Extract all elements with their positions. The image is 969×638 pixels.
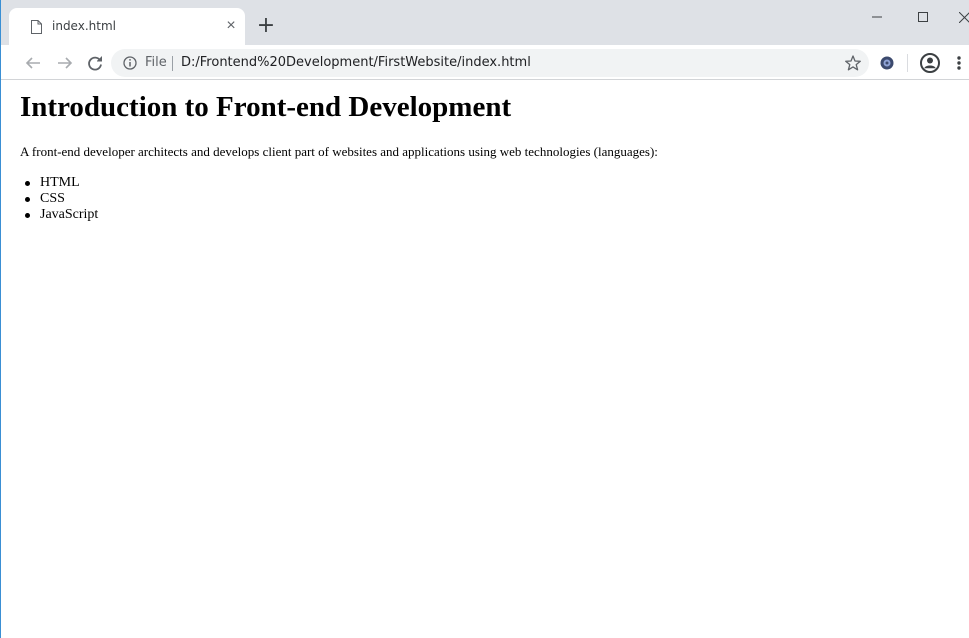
browser-window: index.html × + File D:/Frontend%20Develo… — [0, 0, 969, 638]
list-item: CSS — [24, 191, 98, 207]
technology-list: HTML CSS JavaScript — [24, 175, 99, 223]
url-text[interactable]: D:/Frontend%20Development/FirstWebsite/i… — [181, 55, 531, 70]
document-icon — [31, 20, 42, 34]
info-icon[interactable] — [123, 56, 137, 70]
list-item: JavaScript — [24, 207, 99, 222]
back-button[interactable] — [21, 51, 45, 75]
tab-index-html[interactable]: index.html × — [9, 8, 245, 45]
tab-strip: index.html × + — [1, 0, 969, 45]
maximize-button[interactable] — [900, 0, 946, 34]
profile-icon[interactable] — [919, 52, 941, 74]
browser-toolbar: File D:/Frontend%20Development/FirstWebs… — [1, 45, 969, 80]
reload-icon — [88, 56, 102, 71]
tab-title: index.html — [52, 19, 116, 33]
menu-dots-icon[interactable] — [954, 53, 964, 73]
close-window-button[interactable] — [941, 0, 969, 34]
page-paragraph: A front-end developer architects and dev… — [20, 144, 658, 159]
page-viewport: Introduction to Front-end Development A … — [2, 81, 969, 638]
tab-close-icon[interactable]: × — [223, 18, 239, 34]
minimize-button[interactable] — [854, 0, 900, 34]
maximize-icon — [918, 12, 928, 22]
forward-button[interactable] — [53, 51, 77, 75]
scheme-label: File — [145, 55, 167, 70]
toolbar-divider — [907, 54, 908, 72]
forward-arrow-icon — [58, 57, 73, 69]
star-icon[interactable] — [844, 54, 862, 72]
reload-button[interactable] — [83, 51, 107, 75]
page-heading: Introduction to Front-end Development — [20, 91, 512, 123]
minimize-icon — [872, 16, 882, 18]
close-icon — [958, 11, 969, 23]
extension-icon[interactable] — [879, 55, 895, 71]
address-bar[interactable]: File D:/Frontend%20Development/FirstWebs… — [111, 49, 869, 77]
list-item: HTML — [24, 175, 98, 191]
new-tab-button[interactable]: + — [255, 15, 277, 37]
omnibox-divider — [172, 56, 173, 71]
back-arrow-icon — [25, 57, 40, 69]
